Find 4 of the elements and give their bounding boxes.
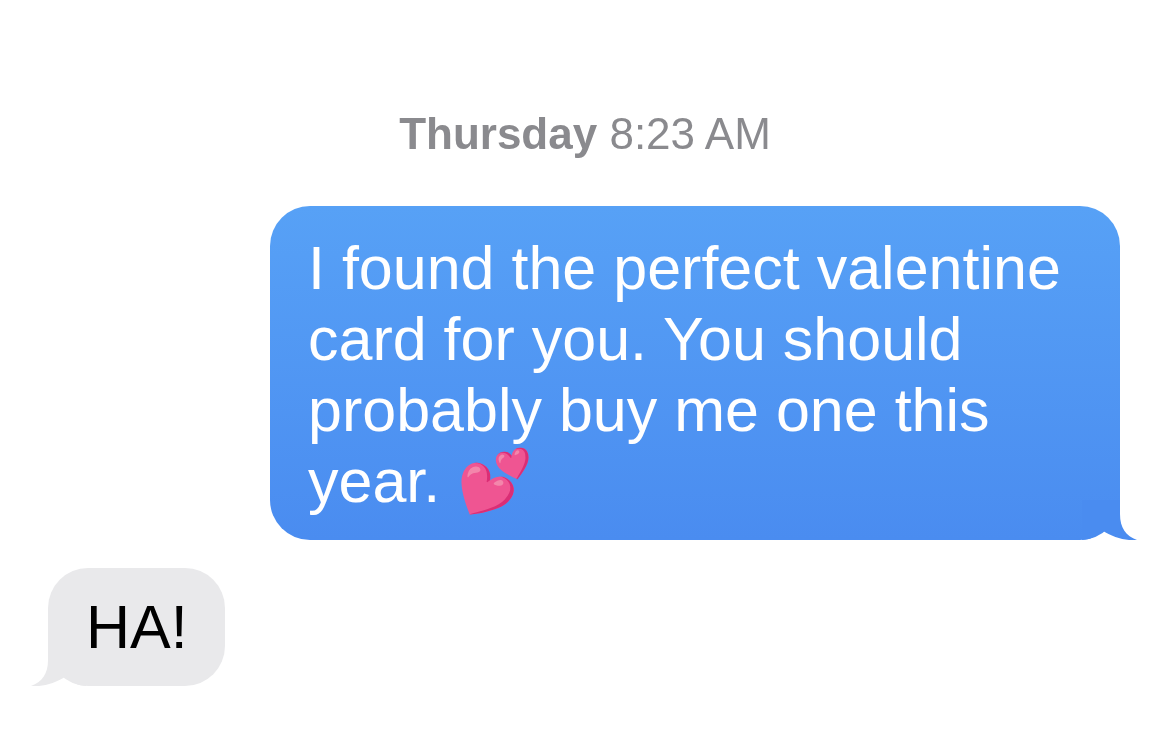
bubble-tail-icon: [1082, 500, 1138, 540]
message-bubble: I found the perfect valentine card for you. You should probably buy me one this year. 💕: [270, 206, 1120, 540]
timestamp: Thursday 8:23 AM: [399, 108, 771, 160]
message-bubble: HA!: [48, 568, 225, 686]
